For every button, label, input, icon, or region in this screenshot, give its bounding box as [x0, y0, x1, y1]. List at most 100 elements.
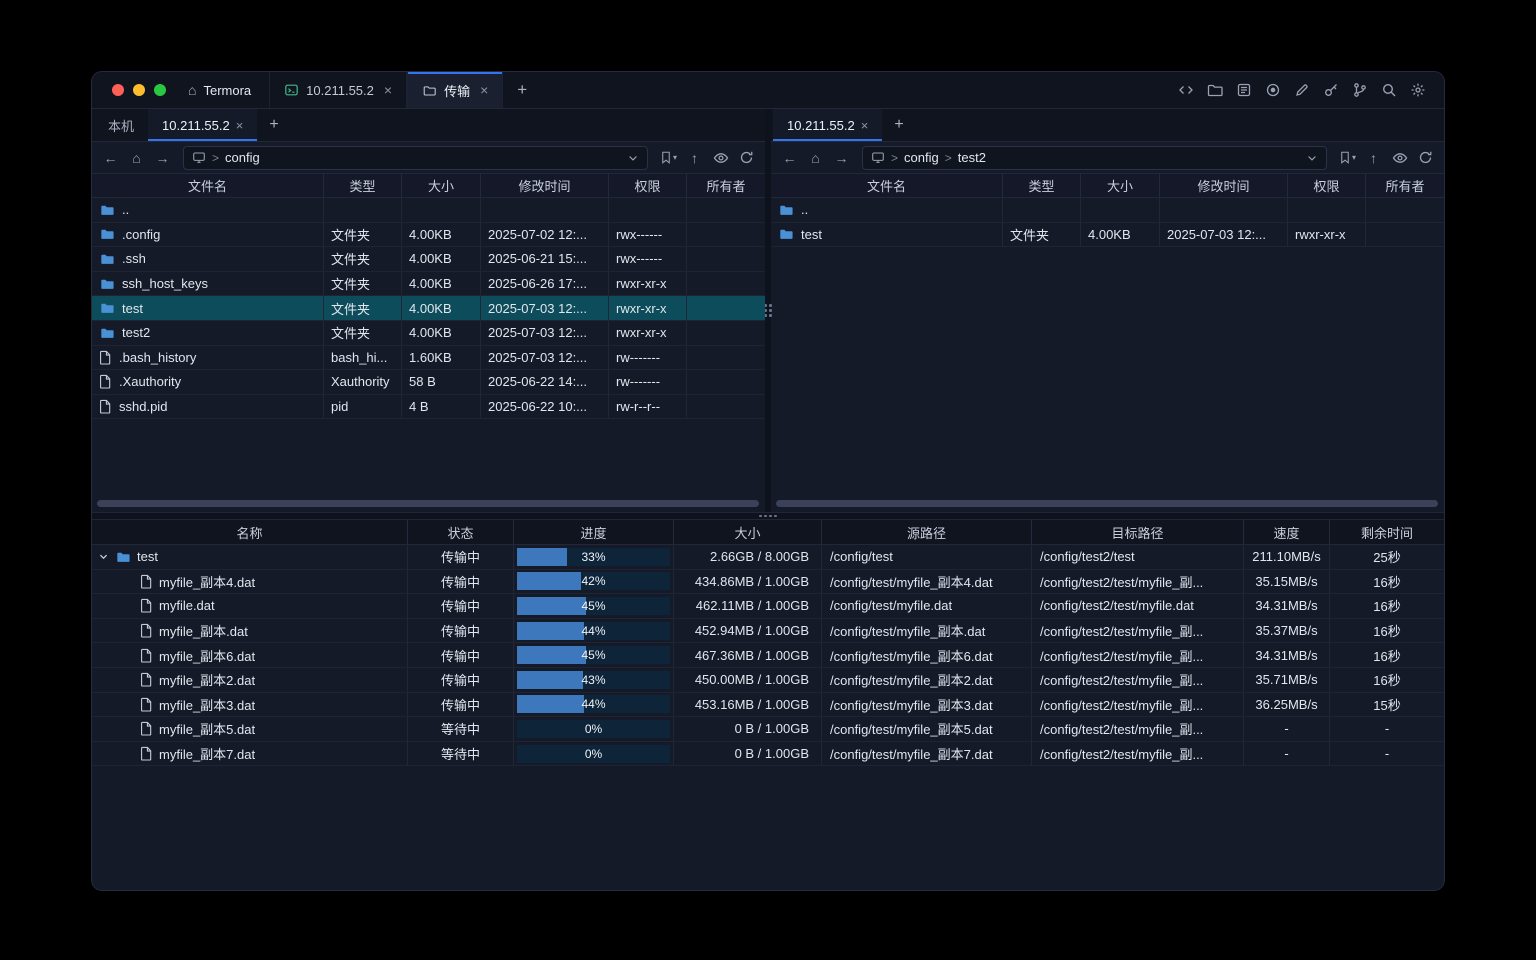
chevron-down-icon[interactable]: [627, 152, 639, 164]
file-row[interactable]: .config文件夹4.00KB2025-07-02 12:...rwx----…: [92, 223, 765, 248]
upload-icon[interactable]: ↑: [682, 146, 707, 170]
home-icon[interactable]: ⌂: [124, 146, 149, 170]
column-header[interactable]: 类型: [324, 174, 402, 197]
transfer-row[interactable]: myfile_副本7.dat等待中0%0 B / 1.00GB/config/t…: [92, 742, 1444, 767]
new-pane-tab-button[interactable]: +: [882, 109, 915, 141]
edit-icon[interactable]: [1289, 78, 1314, 103]
bookmark-icon[interactable]: ▾: [656, 146, 681, 170]
column-header[interactable]: 文件名: [92, 174, 324, 197]
file-row[interactable]: ..: [92, 198, 765, 223]
back-icon[interactable]: ←: [777, 146, 802, 170]
transfer-row[interactable]: myfile_副本4.dat传输中42%434.86MB / 1.00GB/co…: [92, 570, 1444, 595]
folder-icon[interactable]: [1202, 78, 1227, 103]
close-tab-icon[interactable]: ×: [384, 82, 392, 98]
horizontal-splitter[interactable]: [92, 512, 1444, 520]
eye-icon[interactable]: [708, 146, 733, 170]
bookmark-dropdown-icon[interactable]: ▾: [673, 153, 677, 162]
macos-close-button[interactable]: [112, 84, 124, 96]
progress-label: 42%: [517, 572, 670, 590]
transfer-row[interactable]: test传输中33%2.66GB / 8.00GB/config/test/co…: [92, 545, 1444, 570]
close-tab-icon[interactable]: ×: [236, 118, 244, 133]
breadcrumb-segment[interactable]: test2: [958, 150, 986, 165]
pane-tab[interactable]: 10.211.55.2×: [148, 109, 257, 141]
column-header[interactable]: 大小: [1081, 174, 1160, 197]
forward-icon[interactable]: →: [829, 146, 854, 170]
forward-icon[interactable]: →: [150, 146, 175, 170]
column-header[interactable]: 速度: [1244, 520, 1330, 544]
breadcrumb-segment[interactable]: config: [904, 150, 939, 165]
bookmark-dropdown-icon[interactable]: ▾: [1352, 153, 1356, 162]
horizontal-scrollbar[interactable]: [97, 500, 759, 507]
transfer-row[interactable]: myfile.dat传输中45%462.11MB / 1.00GB/config…: [92, 594, 1444, 619]
upload-icon[interactable]: ↑: [1361, 146, 1386, 170]
refresh-icon[interactable]: [734, 146, 759, 170]
search-icon[interactable]: [1376, 78, 1401, 103]
cell-speed: 35.37MB/s: [1244, 619, 1330, 644]
file-row[interactable]: test2文件夹4.00KB2025-07-03 12:...rwxr-xr-x: [92, 321, 765, 346]
breadcrumb-segment[interactable]: config: [225, 150, 260, 165]
record-icon[interactable]: [1260, 78, 1285, 103]
file-row[interactable]: ..: [771, 198, 1444, 223]
column-header[interactable]: 所有者: [1366, 174, 1444, 197]
cell-permissions: rwxr-xr-x: [1288, 223, 1366, 248]
settings-icon[interactable]: [1405, 78, 1430, 103]
file-row[interactable]: .ssh文件夹4.00KB2025-06-21 15:...rwx------: [92, 247, 765, 272]
tab-transfer[interactable]: 传输 ×: [407, 72, 503, 108]
column-header[interactable]: 大小: [674, 520, 822, 544]
horizontal-scrollbar[interactable]: [776, 500, 1438, 507]
refresh-icon[interactable]: [1413, 146, 1438, 170]
computer-icon: [871, 151, 885, 164]
column-header[interactable]: 目标路径: [1032, 520, 1244, 544]
chevron-down-icon[interactable]: [1306, 152, 1318, 164]
column-header[interactable]: 名称: [92, 520, 408, 544]
column-header[interactable]: 修改时间: [1160, 174, 1288, 197]
column-header[interactable]: 类型: [1003, 174, 1081, 197]
key-icon[interactable]: [1318, 78, 1343, 103]
eye-icon[interactable]: [1387, 146, 1412, 170]
pane-tab[interactable]: 10.211.55.2×: [773, 109, 882, 141]
branch-icon[interactable]: [1347, 78, 1372, 103]
collapse-icon[interactable]: [98, 551, 109, 562]
back-icon[interactable]: ←: [98, 146, 123, 170]
new-pane-tab-button[interactable]: +: [257, 109, 290, 141]
column-header[interactable]: 权限: [609, 174, 687, 197]
transfer-row[interactable]: myfile_副本2.dat传输中43%450.00MB / 1.00GB/co…: [92, 668, 1444, 693]
progress-bar: 44%: [517, 695, 670, 713]
breadcrumb[interactable]: >config: [183, 146, 648, 170]
column-header[interactable]: 大小: [402, 174, 481, 197]
close-tab-icon[interactable]: ×: [480, 82, 488, 98]
app-tab[interactable]: ⌂ Termora: [180, 72, 269, 108]
transfer-row[interactable]: myfile_副本6.dat传输中45%467.36MB / 1.00GB/co…: [92, 643, 1444, 668]
column-header[interactable]: 所有者: [687, 174, 765, 197]
macos-minimize-button[interactable]: [133, 84, 145, 96]
column-header[interactable]: 剩余时间: [1330, 520, 1444, 544]
file-row[interactable]: test文件夹4.00KB2025-07-03 12:...rwxr-xr-x: [92, 296, 765, 321]
home-icon[interactable]: ⌂: [803, 146, 828, 170]
file-row[interactable]: sshd.pidpid4 B2025-06-22 10:...rw-r--r--: [92, 395, 765, 420]
pane-tab[interactable]: 本机: [94, 109, 148, 141]
column-header[interactable]: 文件名: [771, 174, 1003, 197]
transfer-row[interactable]: myfile_副本5.dat等待中0%0 B / 1.00GB/config/t…: [92, 717, 1444, 742]
column-header[interactable]: 修改时间: [481, 174, 609, 197]
file-icon: [140, 623, 153, 638]
file-row[interactable]: .XauthorityXauthority58 B2025-06-22 14:.…: [92, 370, 765, 395]
breadcrumb[interactable]: >config>test2: [862, 146, 1327, 170]
bookmark-icon[interactable]: ▾: [1335, 146, 1360, 170]
column-header[interactable]: 权限: [1288, 174, 1366, 197]
file-row[interactable]: .bash_historybash_hi...1.60KB2025-07-03 …: [92, 346, 765, 371]
transfer-row[interactable]: myfile_副本.dat传输中44%452.94MB / 1.00GB/con…: [92, 619, 1444, 644]
column-header[interactable]: 状态: [408, 520, 514, 544]
transfer-row[interactable]: myfile_副本3.dat传输中44%453.16MB / 1.00GB/co…: [92, 693, 1444, 718]
column-header[interactable]: 源路径: [822, 520, 1032, 544]
code-icon[interactable]: [1173, 78, 1198, 103]
new-tab-button[interactable]: +: [503, 72, 541, 108]
close-tab-icon[interactable]: ×: [861, 118, 869, 133]
progress-label: 45%: [517, 597, 670, 615]
column-header[interactable]: 进度: [514, 520, 674, 544]
tab-host[interactable]: 10.211.55.2 ×: [269, 72, 407, 108]
file-row[interactable]: test文件夹4.00KB2025-07-03 12:...rwxr-xr-x: [771, 223, 1444, 248]
cell-filename: .Xauthority: [92, 370, 324, 395]
list-icon[interactable]: [1231, 78, 1256, 103]
macos-zoom-button[interactable]: [154, 84, 166, 96]
file-row[interactable]: ssh_host_keys文件夹4.00KB2025-06-26 17:...r…: [92, 272, 765, 297]
